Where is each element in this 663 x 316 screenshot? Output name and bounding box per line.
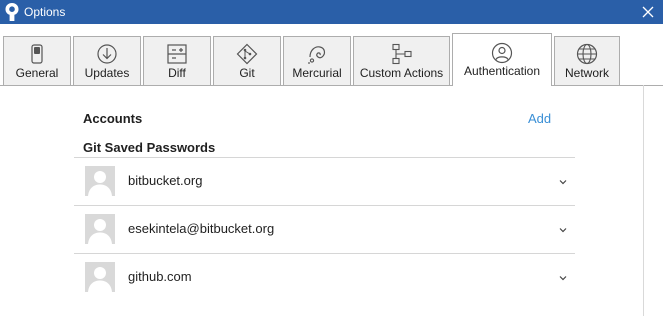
tab-panel-border: [0, 85, 663, 86]
chevron-down-icon[interactable]: [558, 273, 568, 283]
default-avatar-icon: [85, 262, 115, 292]
close-icon[interactable]: [639, 3, 657, 21]
tab-strip: General Updates Diff Git Mercurial Custo…: [0, 24, 663, 86]
chevron-down-icon[interactable]: [558, 177, 568, 187]
account-label: esekintela@bitbucket.org: [128, 221, 275, 236]
add-account-link[interactable]: Add: [528, 111, 551, 126]
saved-password-row[interactable]: esekintela@bitbucket.org: [74, 206, 575, 254]
saved-password-row[interactable]: bitbucket.org: [74, 158, 575, 206]
tab-git[interactable]: Git: [213, 36, 281, 85]
user-circle-icon: [491, 42, 513, 64]
account-label: github.com: [128, 269, 192, 284]
panel-right-edge: [643, 85, 644, 316]
default-avatar-icon: [85, 166, 115, 196]
flowchart-icon: [391, 43, 412, 65]
saved-password-row[interactable]: github.com: [74, 254, 575, 302]
git-saved-passwords-heading: Git Saved Passwords: [83, 140, 216, 155]
tab-label: Updates: [84, 66, 130, 80]
download-circle-icon: [97, 44, 117, 64]
mercurial-icon: [308, 46, 326, 64]
default-avatar-icon: [85, 214, 115, 244]
title-bar: Options: [0, 0, 663, 24]
tab-authentication[interactable]: Authentication: [452, 33, 552, 86]
accounts-heading: Accounts: [83, 111, 143, 126]
tab-label: Git: [239, 66, 255, 80]
tab-label: General: [15, 66, 59, 80]
tab-custom-actions[interactable]: Custom Actions: [353, 36, 450, 85]
tab-label: Diff: [168, 66, 186, 80]
tab-diff[interactable]: Diff: [143, 36, 211, 85]
account-label: bitbucket.org: [128, 173, 203, 188]
sourcetree-logo-icon: [5, 3, 19, 21]
git-diamond-icon: [236, 43, 258, 65]
tab-updates[interactable]: Updates: [73, 36, 141, 85]
tab-label: Network: [564, 66, 609, 80]
toggle-switch-icon: [31, 44, 43, 64]
diff-plus-minus-icon: [167, 44, 187, 64]
globe-icon: [576, 43, 598, 65]
chevron-down-icon[interactable]: [558, 225, 568, 235]
tab-general[interactable]: General: [3, 36, 71, 85]
tab-network[interactable]: Network: [554, 36, 620, 85]
tab-label: Mercurial: [292, 66, 342, 80]
tab-mercurial[interactable]: Mercurial: [283, 36, 351, 85]
window-title: Options: [24, 5, 66, 19]
tab-label: Custom Actions: [359, 66, 444, 80]
tab-label: Authentication: [463, 64, 541, 78]
